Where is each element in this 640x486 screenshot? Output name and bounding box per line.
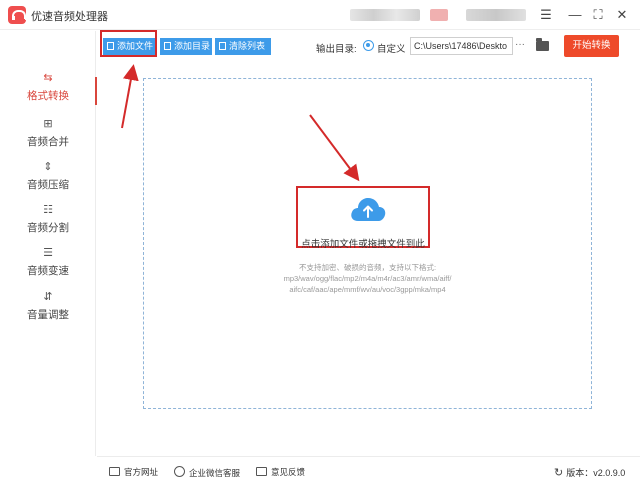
sidebar-item-label: 音频分割 [27,222,69,234]
trash-icon [219,42,226,50]
sidebar-item-label: 音频压缩 [27,179,69,191]
app-logo-icon [8,6,28,24]
split-icon: ☷ [43,204,53,216]
chat-icon [174,466,185,477]
sidebar-item-label: 音频变速 [27,265,69,277]
output-dir-label: 输出目录: [316,44,357,55]
website-label: 官方网址 [124,467,159,477]
feedback-link[interactable]: 意见反馈 [256,466,305,478]
annotation-box-add-file [100,30,157,57]
speed-icon: ☰ [43,247,53,259]
sidebar: ⇆ 格式转换 ⊞ 音频合并 ⇕ 音频压缩 ☷ 音频分割 ☰ 音频变速 ⇵ 音量调… [0,31,97,456]
feedback-icon [256,467,267,476]
format-hint-line3: aifc/caf/aac/ape/mmf/wv/au/voc/3gpp/mka/… [289,285,446,294]
website-icon [109,467,120,476]
format-convert-icon: ⇆ [43,72,53,84]
sidebar-item-compress[interactable]: ⇕ 音频压缩 [0,160,96,200]
custom-radio[interactable] [363,40,374,51]
format-hint-line1: 不支持加密、破损的音频，支持以下格式: [298,263,437,272]
blurred-badge [430,9,448,21]
volume-icon: ⇵ [43,291,53,303]
toolbar: 添加文件 添加目录 清除列表 输出目录: 自定义 C:\Users\17486\… [97,31,640,61]
open-folder-icon[interactable] [536,38,549,51]
wechat-support-link[interactable]: 企业微信客服 [174,466,240,479]
blurred-account-info [350,9,420,21]
close-icon[interactable]: ✕ [612,5,632,25]
sidebar-item-label: 音量调整 [27,309,69,321]
output-path-field[interactable]: C:\Users\17486\Deskto [410,37,513,55]
app-title: 优速音频处理器 [31,11,108,23]
sidebar-item-volume[interactable]: ⇵ 音量调整 [0,290,96,330]
sidebar-item-format-convert[interactable]: ⇆ 格式转换 [0,71,97,111]
sidebar-item-label: 音频合并 [27,136,69,148]
title-bar: 优速音频处理器 ☰ — ⛶ ✕ [0,0,640,30]
start-convert-button[interactable]: 开始转换 [564,35,619,57]
format-hint-line2: mp3/wav/ogg/flac/mp2/m4a/m4r/ac3/amr/wma… [283,274,452,283]
menu-icon[interactable]: ☰ [536,5,556,25]
add-folder-label: 添加目录 [174,41,211,51]
feedback-label: 意见反馈 [271,467,306,477]
clear-list-label: 清除列表 [229,41,266,51]
custom-radio-label: 自定义 [377,44,406,55]
minimize-icon[interactable]: — [565,5,585,25]
sidebar-item-label: 格式转换 [27,90,69,102]
maximize-icon[interactable]: ⛶ [588,5,608,25]
arrow-to-add-file [121,64,139,129]
compress-icon: ⇕ [43,161,53,173]
merge-icon: ⊞ [43,118,53,130]
refresh-icon: ↻ [554,467,564,479]
browse-button[interactable]: ··· [515,39,525,50]
footer: 官方网址 企业微信客服 意见反馈 ↻ 版本：v2.0.9.0 [97,456,640,486]
version-info[interactable]: ↻ 版本：v2.0.9.0 [554,466,625,479]
website-link[interactable]: 官方网址 [109,466,158,478]
sidebar-item-speed[interactable]: ☰ 音频变速 [0,246,96,286]
drop-prompt[interactable]: 点击添加文件或拖拽文件到此 [296,236,430,250]
clear-list-button[interactable]: 清除列表 [215,38,271,55]
sidebar-item-split[interactable]: ☷ 音频分割 [0,203,96,243]
version-label: 版本： [566,468,594,478]
sidebar-item-merge[interactable]: ⊞ 音频合并 [0,117,96,157]
cloud-upload-icon[interactable] [349,196,387,222]
add-folder-button[interactable]: 添加目录 [160,38,212,55]
folder-small-icon [164,42,171,50]
wechat-support-label: 企业微信客服 [189,468,241,478]
version-number: v2.0.9.0 [593,468,626,478]
blurred-user-info [466,9,526,21]
